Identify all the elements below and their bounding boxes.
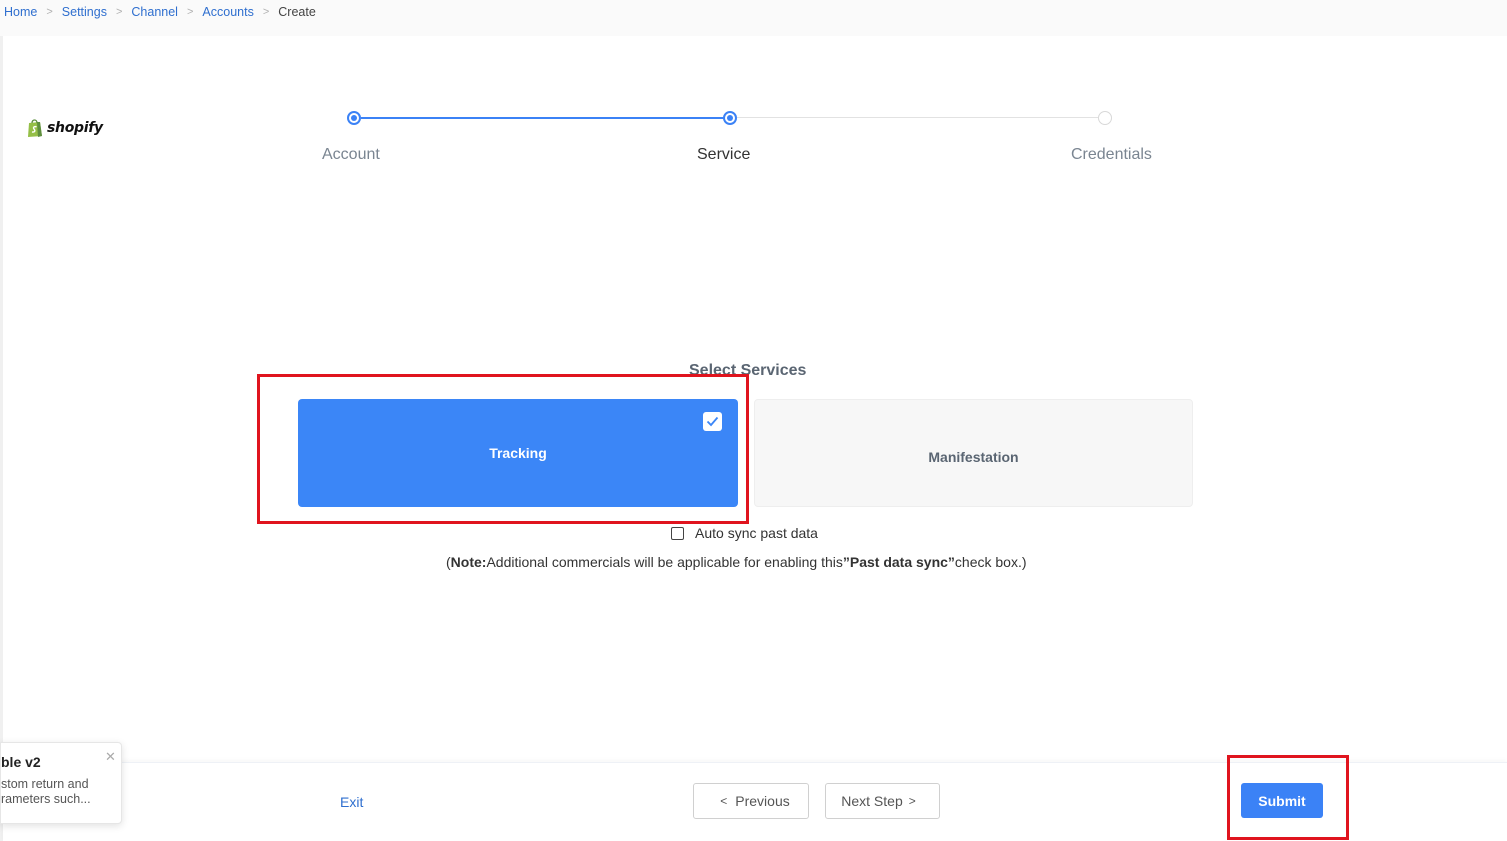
auto-sync-label: Auto sync past data (695, 525, 818, 541)
step-dot-service (723, 111, 737, 125)
shopify-bag-icon (28, 119, 42, 137)
toast-body: stom return and rameters such... (1, 777, 101, 807)
toast-title: ble v2 (1, 754, 41, 770)
auto-sync-checkbox[interactable] (671, 526, 684, 540)
breadcrumb: Home > Settings > Channel > Accounts > C… (4, 4, 316, 20)
breadcrumb-channel[interactable]: Channel (131, 5, 178, 19)
step-dot-credentials (1098, 111, 1112, 125)
exit-link[interactable]: Exit (340, 794, 363, 810)
next-step-label: Next Step (841, 793, 903, 809)
next-step-button[interactable]: Next Step > (825, 783, 940, 819)
note-text: Additional commercials will be applicabl… (486, 554, 843, 570)
note-highlight: ”Past data sync” (842, 554, 955, 570)
chevron-right-icon: > (186, 6, 194, 18)
step-label-account: Account (322, 146, 380, 163)
chevron-right-icon: > (262, 6, 270, 18)
previous-button[interactable]: < Previous (693, 783, 809, 819)
note-text-end: check box.) (954, 554, 1027, 570)
breadcrumb-home[interactable]: Home (4, 5, 37, 19)
step-connector-done (361, 117, 724, 119)
chevron-left-icon: < (720, 794, 728, 808)
step-dot-account (347, 111, 361, 125)
chevron-right-icon: > (908, 794, 916, 808)
step-connector-pending (737, 117, 1098, 118)
breadcrumb-settings[interactable]: Settings (62, 5, 107, 19)
toast-line-1: stom return and (1, 777, 89, 791)
past-data-note: (Note:Additional commercials will be app… (446, 554, 1027, 570)
toast-line-2: rameters such... (1, 792, 91, 806)
step-label-credentials: Credentials (1071, 146, 1152, 163)
highlight-box-submit (1227, 755, 1349, 840)
previous-label: Previous (735, 793, 790, 809)
step-label-service: Service (697, 146, 751, 163)
manifestation-label: Manifestation (928, 449, 1019, 465)
highlight-box-tracking (257, 374, 749, 524)
notification-toast[interactable]: ble v2 ✕ stom return and rameters such..… (0, 742, 122, 824)
breadcrumb-accounts[interactable]: Accounts (202, 5, 253, 19)
close-icon[interactable]: ✕ (105, 749, 116, 765)
breadcrumb-current: Create (278, 5, 316, 19)
chevron-right-icon: > (46, 6, 53, 18)
auto-sync-option[interactable]: Auto sync past data (671, 525, 818, 541)
logo-text: shopify (47, 120, 103, 136)
chevron-right-icon: > (115, 6, 123, 18)
manifestation-service-card[interactable]: Manifestation (754, 399, 1193, 507)
shopify-logo: shopify (27, 118, 103, 138)
note-label: Note: (450, 554, 487, 570)
